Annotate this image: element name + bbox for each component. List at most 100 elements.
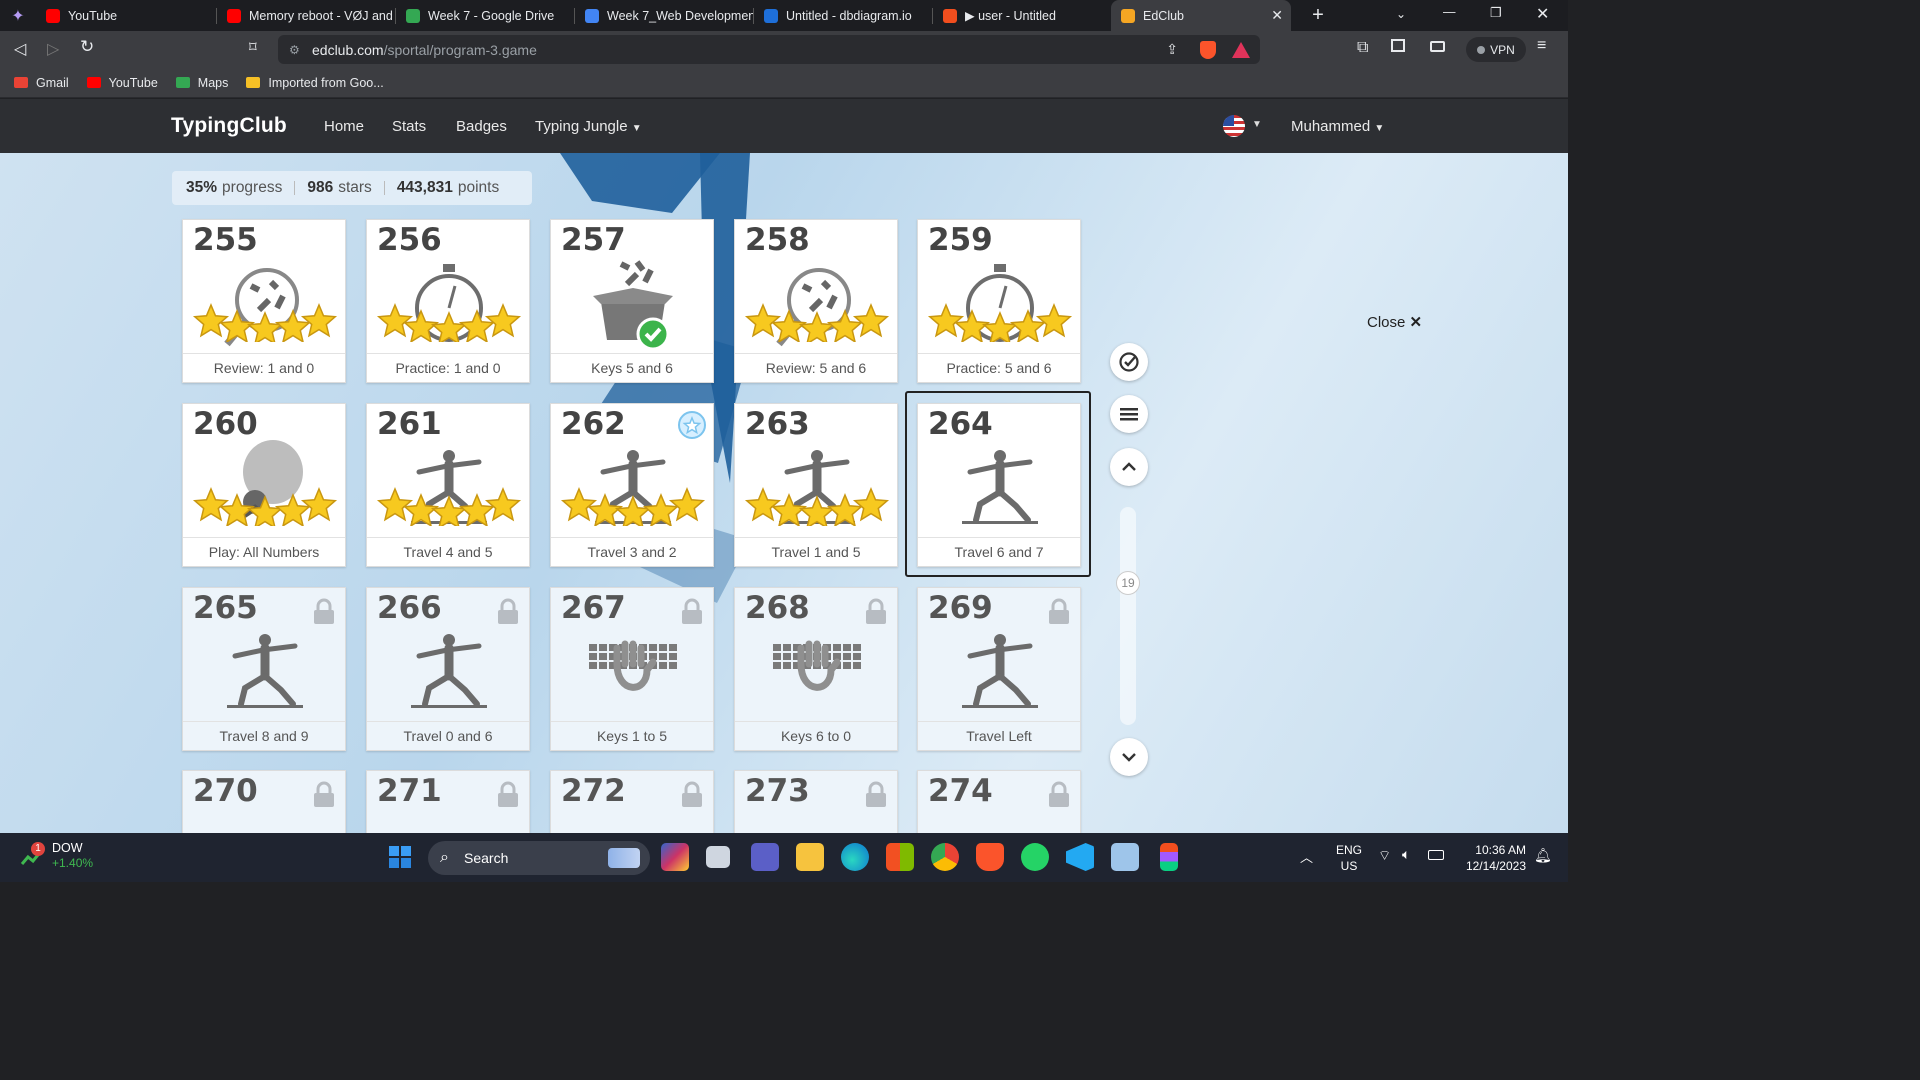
browser-tab[interactable]: Memory reboot - VØJ and bbox=[217, 0, 395, 31]
language-flag-icon[interactable] bbox=[1223, 115, 1245, 137]
teams-icon[interactable] bbox=[751, 843, 779, 871]
battery-icon[interactable] bbox=[1428, 850, 1444, 860]
lesson-card[interactable]: 258 Review: 5 and 6 bbox=[734, 219, 898, 383]
bookmark-item[interactable]: Maps bbox=[175, 76, 228, 90]
chevron-down-icon bbox=[1122, 753, 1136, 762]
star-icon bbox=[192, 303, 230, 338]
bookmark-item[interactable]: Gmail bbox=[14, 76, 69, 90]
language-caret-icon[interactable]: ▼ bbox=[1252, 119, 1262, 130]
whatsapp-icon[interactable] bbox=[1021, 843, 1049, 871]
page-scroll-track[interactable] bbox=[1120, 507, 1136, 725]
lesson-card[interactable]: 266 Travel 0 and 6 bbox=[366, 587, 530, 751]
vscode-icon[interactable] bbox=[1066, 843, 1094, 871]
tab-search-icon[interactable]: ⌄ bbox=[1396, 7, 1406, 21]
lesson-label: Travel 4 and 5 bbox=[367, 537, 529, 566]
star-icon bbox=[798, 495, 836, 526]
lesson-card[interactable]: 265 Travel 8 and 9 bbox=[182, 587, 346, 751]
completed-filter-button[interactable] bbox=[1110, 343, 1148, 381]
new-tab-button[interactable]: + bbox=[1303, 4, 1333, 27]
site-info-icon[interactable]: ⚙ bbox=[289, 43, 300, 57]
url-field[interactable]: ⚙ edclub.com/sportal/program-3.game ⇪ bbox=[278, 35, 1260, 64]
figma-icon[interactable] bbox=[1160, 843, 1178, 871]
browser-tab[interactable]: EdClub ✕ bbox=[1111, 0, 1291, 31]
brave-rewards-icon[interactable] bbox=[1232, 41, 1250, 58]
store-icon[interactable] bbox=[886, 843, 914, 871]
sidebar-icon[interactable] bbox=[1391, 39, 1405, 52]
file-explorer-icon[interactable] bbox=[796, 843, 824, 871]
back-icon[interactable]: ◁ bbox=[14, 39, 26, 59]
star-rating bbox=[927, 303, 1073, 342]
lesson-card[interactable]: 259 Practice: 5 and 6 bbox=[917, 219, 1081, 383]
nav-badges[interactable]: Badges bbox=[456, 118, 507, 135]
vpn-button[interactable]: VPN bbox=[1466, 37, 1526, 62]
check-circle-icon bbox=[1119, 352, 1139, 372]
language-indicator[interactable]: ENG US bbox=[1336, 842, 1362, 874]
lesson-card[interactable]: 260 Play: All Numbers bbox=[182, 403, 346, 567]
start-button[interactable] bbox=[386, 843, 414, 871]
scroll-up-button[interactable] bbox=[1110, 448, 1148, 486]
edge-icon[interactable] bbox=[841, 843, 869, 871]
lesson-card[interactable]: 270 bbox=[182, 770, 346, 833]
window-close-button[interactable]: ✕ bbox=[1536, 4, 1549, 24]
forward-icon[interactable]: ▷ bbox=[47, 39, 59, 59]
lesson-card[interactable]: 272 bbox=[550, 770, 714, 833]
notification-bell-icon[interactable]: 🔔︎ bbox=[1534, 847, 1552, 864]
lesson-card[interactable]: 268 Keys 6 to 0 bbox=[734, 587, 898, 751]
reload-icon[interactable]: ↻ bbox=[80, 37, 94, 57]
copilot-icon[interactable] bbox=[661, 843, 689, 871]
photos-icon[interactable] bbox=[1111, 843, 1139, 871]
lesson-card[interactable]: 262 Travel 3 and 2 bbox=[550, 403, 714, 567]
tab-label: EdClub bbox=[1143, 8, 1184, 23]
lesson-card[interactable]: 267 Keys 1 to 5 bbox=[550, 587, 714, 751]
brave-icon[interactable] bbox=[976, 843, 1004, 871]
user-menu[interactable]: Muhammed ▼ bbox=[1291, 118, 1384, 135]
page-indicator[interactable]: 19 bbox=[1116, 571, 1140, 595]
show-hidden-icons[interactable]: ︿ bbox=[1300, 847, 1313, 866]
brand-logo[interactable]: TypingClub bbox=[171, 114, 287, 138]
lesson-label: Keys 6 to 0 bbox=[735, 721, 897, 750]
nav-home[interactable]: Home bbox=[324, 118, 364, 135]
lesson-card[interactable]: 263 Travel 1 and 5 bbox=[734, 403, 898, 567]
clock[interactable]: 10:36 AM 12/14/2023 bbox=[1458, 842, 1526, 874]
volume-icon[interactable]: 🔈︎ bbox=[1402, 846, 1410, 863]
maximize-button[interactable]: ❐ bbox=[1490, 5, 1502, 21]
browser-tab[interactable]: ▶ user - Untitled bbox=[933, 0, 1111, 31]
browser-tab[interactable]: Week 7 - Google Drive bbox=[396, 0, 574, 31]
browser-tab[interactable]: Week 7_Web Developmen bbox=[575, 0, 753, 31]
search-highlight-icon bbox=[608, 848, 640, 868]
brave-menu-icon[interactable]: ✦ bbox=[0, 0, 36, 31]
region-label: US bbox=[1340, 859, 1358, 873]
lesson-card[interactable]: 271 bbox=[366, 770, 530, 833]
lesson-card[interactable]: 256 Practice: 1 and 0 bbox=[366, 219, 530, 383]
share-icon[interactable]: ⇪ bbox=[1166, 41, 1178, 58]
bookmark-icon[interactable]: ⌑ bbox=[249, 38, 257, 56]
close-button[interactable]: Close ✕ bbox=[1367, 313, 1422, 331]
bookmark-item[interactable]: YouTube bbox=[86, 76, 158, 90]
wifi-icon[interactable]: ⌔ bbox=[1378, 847, 1391, 865]
lesson-card[interactable]: 274 bbox=[917, 770, 1081, 833]
tab-close-icon[interactable]: ✕ bbox=[1271, 7, 1283, 24]
bookmark-icon bbox=[175, 77, 190, 88]
nav-stats[interactable]: Stats bbox=[392, 118, 426, 135]
bookmark-item[interactable]: Imported from Goo... bbox=[246, 76, 384, 90]
lesson-card[interactable]: 273 bbox=[734, 770, 898, 833]
menu-button[interactable] bbox=[1110, 395, 1148, 433]
minimize-button[interactable]: — bbox=[1443, 5, 1456, 19]
nav-typing-jungle[interactable]: Typing Jungle ▼ bbox=[535, 118, 642, 135]
scroll-down-button[interactable] bbox=[1110, 738, 1148, 776]
lesson-card[interactable]: 269 Travel Left bbox=[917, 587, 1081, 751]
lesson-card[interactable]: 255 Review: 1 and 0 bbox=[182, 219, 346, 383]
brave-shields-icon[interactable] bbox=[1200, 40, 1216, 59]
extensions-icon[interactable]: ⧉ bbox=[1357, 39, 1368, 57]
lesson-card[interactable]: 261 Travel 4 and 5 bbox=[366, 403, 530, 567]
browser-tab[interactable]: Untitled - dbdiagram.io bbox=[754, 0, 932, 31]
windows-taskbar: 1 DOW +1.40% ⌕ Search ︿ ENG US ⌔ 🔈︎ 10:3… bbox=[0, 833, 1568, 882]
stock-widget[interactable]: 1 DOW +1.40% bbox=[20, 841, 93, 871]
chrome-icon[interactable] bbox=[931, 843, 959, 871]
task-view-icon[interactable] bbox=[706, 846, 730, 868]
browser-tab[interactable]: YouTube bbox=[36, 0, 216, 31]
lesson-card[interactable]: 257 Keys 5 and 6 bbox=[550, 219, 714, 383]
taskbar-search[interactable]: ⌕ Search bbox=[428, 841, 650, 875]
wallet-icon[interactable] bbox=[1430, 41, 1445, 52]
browser-menu-icon[interactable]: ≡ bbox=[1537, 37, 1546, 55]
